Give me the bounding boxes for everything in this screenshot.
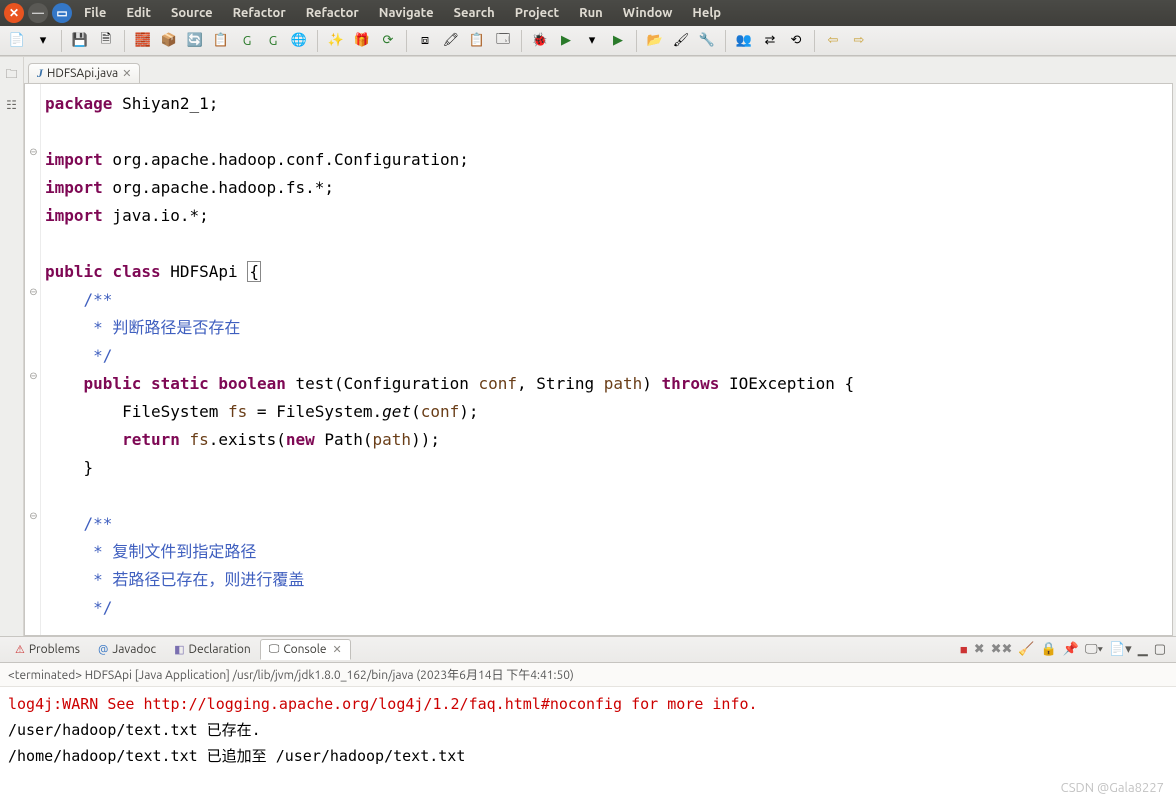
- menu-run[interactable]: Run: [569, 0, 613, 26]
- editor-tabbar: J HDFSApi.java ✕: [24, 57, 1176, 83]
- g2-icon[interactable]: G: [262, 30, 284, 52]
- package-icon[interactable]: 📦: [158, 30, 180, 52]
- tab-console[interactable]: 🖵 Console ✕: [260, 639, 351, 660]
- fold-gutter[interactable]: ⊖⊖⊖⊖: [25, 84, 41, 635]
- remove-all-icon[interactable]: ✖✖: [991, 642, 1013, 657]
- menu-window[interactable]: Window: [613, 0, 683, 26]
- menu-bar: FileEditSourceRefactorRefactorNavigateSe…: [74, 0, 731, 26]
- close-console-icon[interactable]: ✕: [333, 643, 342, 656]
- left-view-bar: 🗀 ☷: [0, 57, 24, 636]
- minimize-panel-icon[interactable]: ▁: [1138, 642, 1148, 657]
- tab-javadoc[interactable]: @ Javadoc: [89, 639, 165, 660]
- menu-search[interactable]: Search: [444, 0, 505, 26]
- scroll-lock-icon[interactable]: 🔒: [1041, 642, 1057, 657]
- dropdown-icon[interactable]: ▾: [32, 30, 54, 52]
- problems-icon: ⚠: [15, 643, 25, 656]
- save-all-icon[interactable]: 🗎: [95, 30, 117, 52]
- tab-hdfsapi[interactable]: J HDFSApi.java ✕: [28, 63, 140, 83]
- clear-console-icon[interactable]: 🧹: [1018, 642, 1034, 657]
- close-icon[interactable]: ✕: [4, 3, 24, 23]
- folder-icon[interactable]: 📂: [644, 30, 666, 52]
- menu-project[interactable]: Project: [505, 0, 569, 26]
- minimize-icon[interactable]: —: [28, 3, 48, 23]
- menu-source[interactable]: Source: [161, 0, 223, 26]
- wand-icon[interactable]: ✨: [325, 30, 347, 52]
- menu-navigate[interactable]: Navigate: [369, 0, 444, 26]
- run-icon[interactable]: ▶: [555, 30, 577, 52]
- compare-icon[interactable]: ⇄: [759, 30, 781, 52]
- terminate-icon[interactable]: ■: [960, 642, 968, 657]
- wrench-icon[interactable]: 🔧: [696, 30, 718, 52]
- new-icon[interactable]: 📄: [6, 30, 28, 52]
- hist-icon[interactable]: ⟲: [785, 30, 807, 52]
- pin-icon[interactable]: 📌: [1063, 642, 1079, 657]
- tab-declaration[interactable]: ◧ Declaration: [165, 639, 260, 660]
- sync-icon[interactable]: ⟳: [377, 30, 399, 52]
- menu-refactor[interactable]: Refactor: [296, 0, 369, 26]
- console-output[interactable]: log4j:WARN See http://logging.apache.org…: [0, 687, 1176, 801]
- outline-icon[interactable]: ☷: [6, 98, 17, 112]
- refresh-icon[interactable]: 🔄: [184, 30, 206, 52]
- java-file-icon: J: [37, 66, 43, 81]
- bottom-tabbar: ⚠ Problems @ Javadoc ◧ Declaration 🖵 Con…: [0, 637, 1176, 663]
- code-editor[interactable]: ⊖⊖⊖⊖ package Shiyan2_1; import org.apach…: [24, 83, 1173, 636]
- menu-refactor[interactable]: Refactor: [223, 0, 296, 26]
- run-last-icon[interactable]: ▶: [607, 30, 629, 52]
- filter-icon[interactable]: ⧈: [414, 30, 436, 52]
- menu-file[interactable]: File: [74, 0, 116, 26]
- display-console-icon[interactable]: 🖵▾: [1085, 642, 1103, 657]
- tab-label: HDFSApi.java: [47, 67, 118, 80]
- bottom-panel: ⚠ Problems @ Javadoc ◧ Declaration 🖵 Con…: [0, 636, 1176, 801]
- toolbar: 📄 ▾ 💾 🗎 🧱 📦 🔄 📋 G G 🌐 ✨ 🎁 ⟳ ⧈ 🖍 📋 🗔 🐞 ▶ …: [0, 26, 1176, 56]
- code-content[interactable]: package Shiyan2_1; import org.apache.had…: [41, 84, 1172, 635]
- console-header: <terminated> HDFSApi [Java Application] …: [0, 663, 1176, 687]
- bundle-icon[interactable]: 🎁: [351, 30, 373, 52]
- debug-icon[interactable]: 🐞: [529, 30, 551, 52]
- clipboard-icon[interactable]: 📋: [466, 30, 488, 52]
- window-icon[interactable]: 🗔: [492, 30, 514, 52]
- forward-icon[interactable]: ⇨: [848, 30, 870, 52]
- back-icon[interactable]: ⇦: [822, 30, 844, 52]
- open-console-icon[interactable]: 📄▾: [1109, 642, 1132, 657]
- highlight-icon[interactable]: 🖍: [440, 30, 462, 52]
- build-icon[interactable]: 🧱: [132, 30, 154, 52]
- console-tools: ■ ✖ ✖✖ 🧹 🔒 📌 🖵▾ 📄▾ ▁ ▢: [960, 642, 1170, 657]
- save-icon[interactable]: 💾: [69, 30, 91, 52]
- editor-area: J HDFSApi.java ✕ ⊖⊖⊖⊖ package Shiyan2_1;…: [24, 57, 1176, 636]
- window-titlebar: ✕ — ▭ FileEditSourceRefactorRefactorNavi…: [0, 0, 1176, 26]
- console-icon: 🖵: [269, 643, 280, 656]
- watermark: CSDN @Gala8227: [1061, 781, 1164, 795]
- javadoc-icon: @: [98, 644, 108, 656]
- main-area: 🗀 ☷ J HDFSApi.java ✕ ⊖⊖⊖⊖ package Shiyan…: [0, 56, 1176, 636]
- remove-launch-icon[interactable]: ✖: [974, 642, 985, 657]
- menu-edit[interactable]: Edit: [116, 0, 161, 26]
- format-icon[interactable]: 📋: [210, 30, 232, 52]
- g-icon[interactable]: G: [236, 30, 258, 52]
- close-tab-icon[interactable]: ✕: [122, 67, 131, 80]
- run-drop-icon[interactable]: ▾: [581, 30, 603, 52]
- maximize-icon[interactable]: ▭: [52, 3, 72, 23]
- team-icon[interactable]: 👥: [733, 30, 755, 52]
- menu-help[interactable]: Help: [682, 0, 731, 26]
- globe-icon[interactable]: 🌐: [288, 30, 310, 52]
- declaration-icon: ◧: [174, 643, 184, 656]
- brush-icon[interactable]: 🖌: [670, 30, 692, 52]
- maximize-panel-icon[interactable]: ▢: [1154, 642, 1166, 657]
- tab-problems[interactable]: ⚠ Problems: [6, 639, 89, 660]
- package-explorer-icon[interactable]: 🗀: [5, 65, 17, 86]
